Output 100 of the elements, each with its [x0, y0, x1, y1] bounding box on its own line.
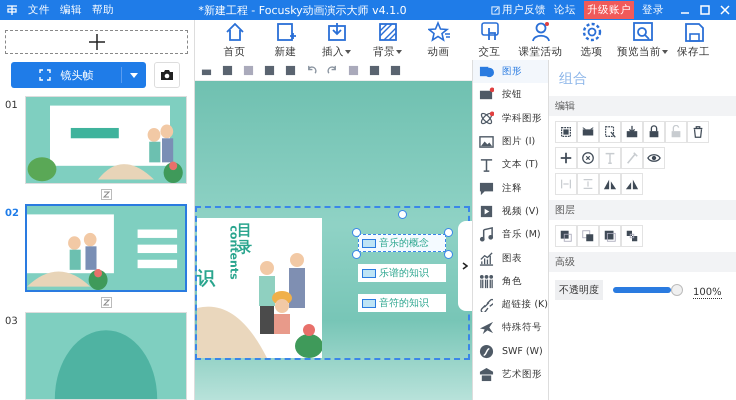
insert-menu-item[interactable]: 超链接 (K)	[473, 292, 548, 316]
tool-button[interactable]	[599, 173, 621, 195]
menu-item[interactable]: 文件	[28, 3, 50, 17]
shapes-icon	[479, 64, 494, 80]
menu-label: 视频 (V)	[502, 204, 539, 218]
toolbar-button[interactable]: 动画	[413, 21, 464, 59]
insert-menu-item[interactable]: 注释	[473, 176, 548, 200]
tool-button[interactable]	[577, 225, 599, 247]
atom-icon	[479, 110, 494, 126]
camera-button[interactable]	[154, 62, 180, 88]
toolbar-button[interactable]: 首页	[209, 21, 260, 59]
layer-order-icon	[603, 229, 617, 243]
caret-icon	[130, 72, 138, 78]
menu-label: 图表	[502, 252, 522, 265]
section-header: 图层	[549, 200, 736, 220]
preview-icon	[632, 21, 654, 43]
menu-label: 学科图形	[502, 112, 542, 125]
tool-button[interactable]	[555, 121, 577, 143]
menu-label: 图形	[502, 65, 522, 78]
art-shape-icon	[479, 367, 494, 382]
link-icon	[479, 297, 494, 312]
tool-button[interactable]	[577, 147, 599, 169]
maximize-icon[interactable]	[700, 5, 710, 15]
unlock-icon	[669, 125, 683, 139]
undo-icon[interactable]	[306, 64, 317, 76]
menu-item[interactable]: 帮助	[92, 3, 114, 17]
insert-menu-item[interactable]: 图表	[473, 246, 548, 270]
slide-heading: 目录	[237, 222, 252, 255]
toolbar-button[interactable]: 选项	[566, 21, 617, 59]
insert-menu-item[interactable]: 文本 (T)	[473, 153, 548, 176]
pointer-icon	[478, 21, 500, 43]
toolbar-button[interactable]: 保存工	[668, 21, 719, 59]
airplane-icon	[479, 320, 494, 336]
insert-menu-item[interactable]: 学科图形	[473, 106, 548, 130]
insert-menu-item[interactable]: 音乐 (M)	[473, 223, 548, 246]
layer-order-icon	[581, 229, 595, 243]
tool-button[interactable]	[621, 173, 643, 195]
toolbar-button[interactable]: 背景	[362, 21, 413, 59]
tray-icon	[625, 125, 639, 139]
tool-button[interactable]	[555, 147, 577, 169]
slider-thumb[interactable]	[671, 284, 683, 296]
menu-label: SWF (W)	[502, 346, 543, 357]
insert-menu-item[interactable]: 图形	[473, 60, 548, 84]
tool-button[interactable]	[643, 147, 665, 169]
opacity-slider[interactable]	[613, 284, 683, 296]
flip-vertical-icon	[581, 177, 595, 191]
star-icon	[428, 21, 450, 43]
slide-number: 02	[5, 207, 20, 219]
resize-handle[interactable]	[352, 250, 361, 259]
tool-button[interactable]	[599, 121, 621, 143]
select-icon	[559, 125, 573, 139]
hatched-square-icon	[376, 21, 398, 43]
toolbar-button[interactable]: 预览当前	[617, 21, 668, 59]
slider-fill	[613, 287, 671, 293]
transition-icon[interactable]	[101, 188, 112, 200]
plus-icon	[559, 151, 573, 165]
resize-handle[interactable]	[352, 228, 361, 237]
tool-button[interactable]	[621, 225, 643, 247]
rotate-handle[interactable]	[398, 210, 407, 219]
menu-item[interactable]: 编辑	[60, 3, 82, 17]
insert-menu-item[interactable]: 图片 (I)	[473, 130, 548, 154]
header-link[interactable]: 登录	[642, 3, 664, 17]
crop-icon	[603, 125, 617, 139]
menu-label: 文本 (T)	[502, 158, 538, 172]
toolbar-button[interactable]: 新建	[260, 21, 311, 59]
header-link[interactable]: 论坛	[554, 3, 576, 17]
resize-handle[interactable]	[444, 228, 453, 237]
frame-button[interactable]: 镜头帧	[11, 62, 146, 88]
toolbar-button[interactable]: 交互	[464, 21, 515, 59]
menu-label: 按钮	[502, 88, 522, 102]
resize-handle[interactable]	[444, 250, 453, 259]
tool-button[interactable]	[577, 121, 599, 143]
insert-menu-item[interactable]: 艺术图形	[473, 362, 548, 386]
slide-title-fragment: 识	[197, 267, 215, 290]
add-frame-area[interactable]	[5, 30, 188, 54]
slide-number: 01	[5, 99, 19, 111]
insert-menu-item[interactable]: SWF (W)	[473, 340, 548, 363]
new-page-icon	[274, 21, 296, 43]
tool-button[interactable]	[687, 121, 709, 143]
transition-icon[interactable]	[101, 296, 112, 308]
menu-label: 图片 (I)	[502, 135, 536, 148]
menu-label: 音乐 (M)	[502, 228, 541, 242]
insert-menu-item[interactable]: 特殊符号	[473, 316, 548, 340]
text-icon	[603, 151, 617, 165]
insert-menu-item[interactable]: 按钮	[473, 83, 548, 107]
tool-button[interactable]	[599, 225, 621, 247]
insert-menu-item[interactable]: 角色	[473, 270, 548, 293]
tool-button[interactable]	[643, 121, 665, 143]
insert-menu-item[interactable]: 视频 (V)	[473, 200, 548, 224]
window-title: *新建工程 - Focusky动画演示大师 v4.1.0	[197, 2, 408, 18]
toolbar-button[interactable]: 课堂活动	[515, 21, 566, 59]
chart-icon	[479, 250, 494, 266]
tool-button[interactable]	[621, 121, 643, 143]
tool-button[interactable]	[555, 225, 577, 247]
toolbar-button[interactable]: 插入	[311, 21, 362, 59]
speech-bubble-icon	[479, 180, 494, 196]
flip-horizontal-icon	[559, 177, 573, 191]
redo-icon[interactable]	[327, 64, 338, 76]
close-icon[interactable]	[720, 5, 730, 15]
feedback-link[interactable]: 用户反馈	[491, 3, 546, 17]
